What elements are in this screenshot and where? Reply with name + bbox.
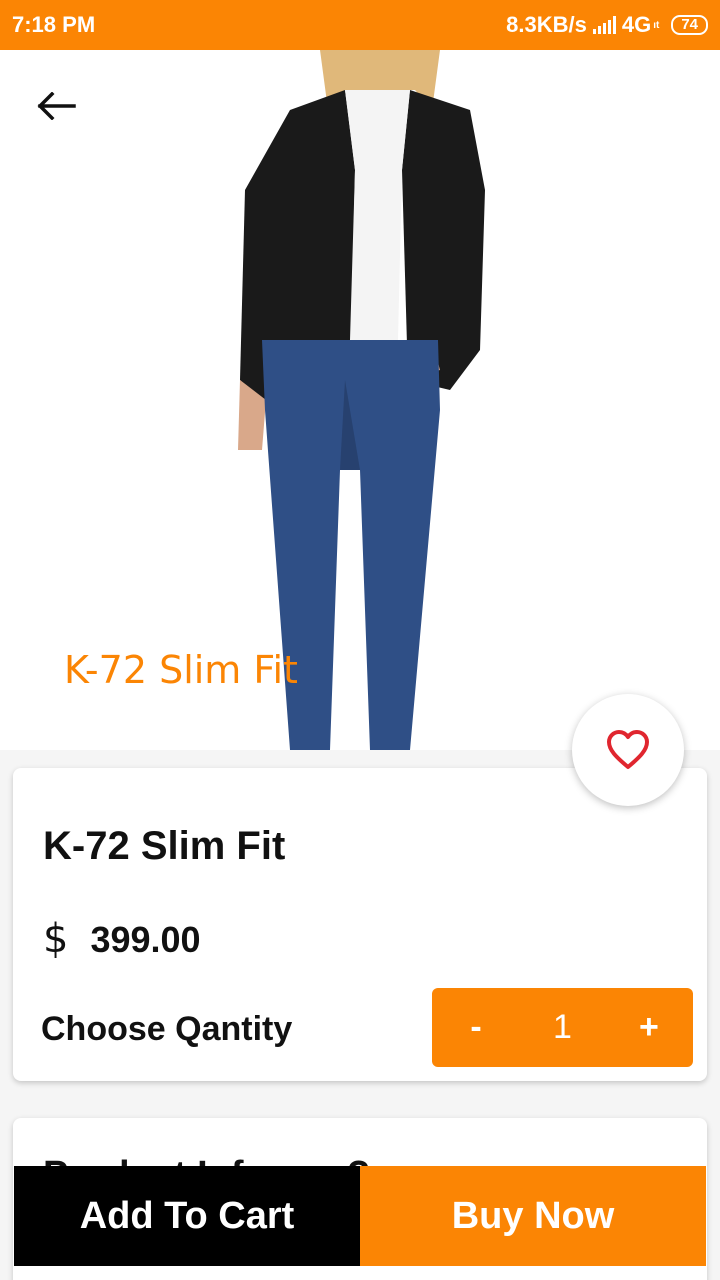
- quantity-increase-button[interactable]: +: [637, 1008, 661, 1047]
- quantity-value: 1: [553, 1008, 572, 1046]
- network-sub: ıt: [653, 19, 660, 31]
- signal-icon: [592, 16, 616, 34]
- network-type: 4G: [621, 12, 652, 37]
- buy-now-button[interactable]: Buy Now: [360, 1166, 706, 1266]
- hero-product-title: K-72 Slim Fit: [64, 648, 298, 692]
- product-name: K-72 Slim Fit: [43, 824, 286, 868]
- product-photo: [238, 50, 485, 750]
- quantity-label: Choose Qantity: [41, 1010, 293, 1048]
- favorite-button[interactable]: [572, 694, 684, 806]
- product-price: 399.00: [90, 919, 201, 960]
- quantity-stepper: - 1 +: [432, 988, 693, 1067]
- heart-outline-icon: [607, 730, 649, 769]
- bottom-action-bar: Add To Cart Buy Now: [14, 1166, 706, 1266]
- product-info-card: K-72 Slim Fit $ 399.00 Choose Qantity - …: [13, 768, 707, 1081]
- status-indicators: 8.3KB/s 4G ıt 74: [506, 12, 708, 38]
- status-bar: 7:18 PM 8.3KB/s 4G ıt 74: [0, 0, 720, 50]
- battery-icon: 74: [671, 15, 708, 35]
- status-time: 7:18 PM: [12, 12, 96, 37]
- net-speed: 8.3KB/s: [506, 12, 587, 37]
- product-hero: K-72 Slim Fit: [0, 50, 720, 750]
- back-button[interactable]: [30, 86, 82, 126]
- price-row: $ 399.00: [43, 916, 201, 962]
- arrow-left-icon: [37, 92, 76, 120]
- currency-symbol: $: [43, 916, 69, 962]
- add-to-cart-button[interactable]: Add To Cart: [14, 1166, 360, 1266]
- quantity-decrease-button[interactable]: -: [464, 1008, 488, 1047]
